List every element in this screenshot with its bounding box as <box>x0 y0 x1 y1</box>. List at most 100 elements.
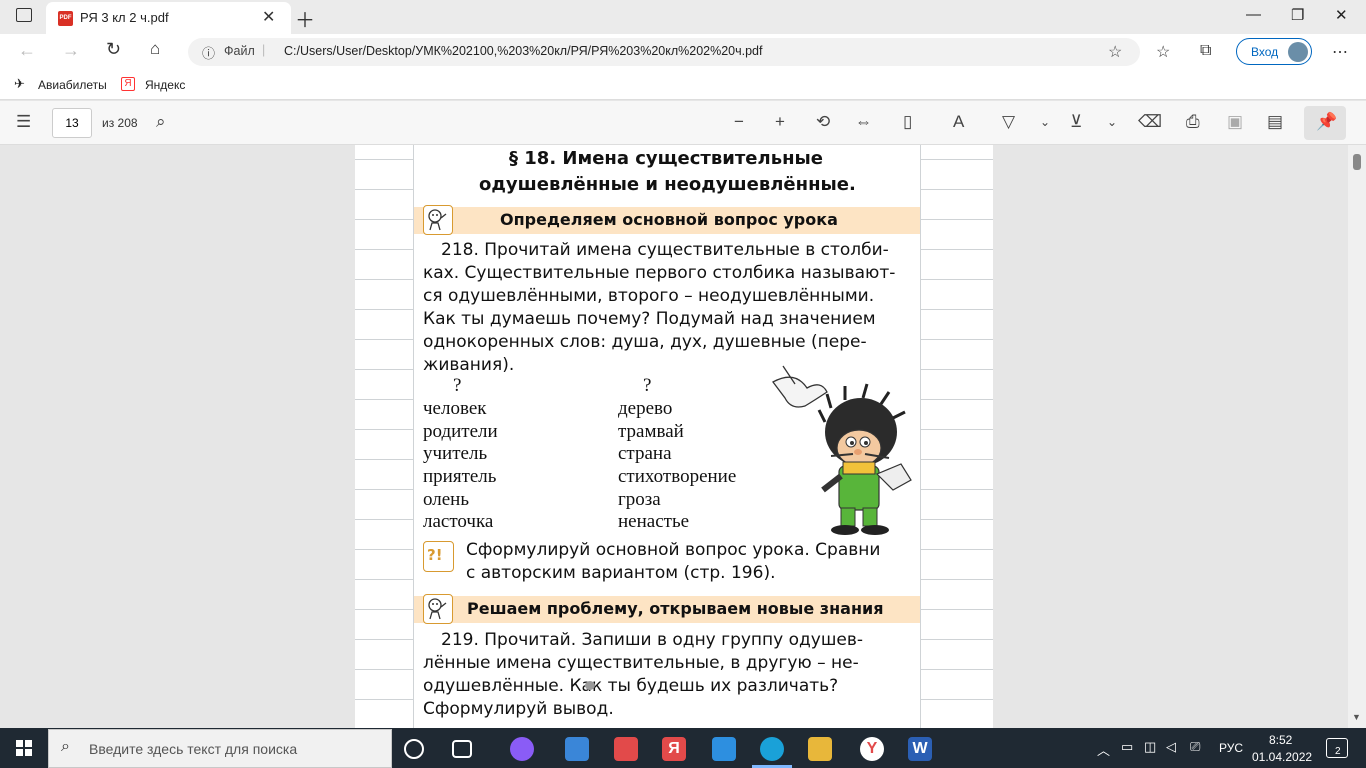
col1-word: ласточка <box>423 511 494 532</box>
hint-icon-text: ?! <box>427 546 443 564</box>
store-icon[interactable] <box>565 737 589 761</box>
alice-icon[interactable] <box>510 737 534 761</box>
print-icon[interactable]: ⎙ <box>1186 112 1200 132</box>
address-prefix: Файл <box>224 44 255 58</box>
zoom-out-icon[interactable]: − <box>734 112 744 132</box>
thinking-boy-icon <box>423 594 453 624</box>
clock-date[interactable]: 01.04.2022 <box>1252 750 1312 764</box>
input-icon[interactable]: ⎚ <box>1190 739 1200 755</box>
new-tab-icon[interactable]: ＋ <box>295 4 315 33</box>
tray-overflow-icon[interactable]: ︿ <box>1097 740 1110 759</box>
refresh-icon[interactable]: ↻ <box>106 39 121 60</box>
address-separator: | <box>262 43 266 57</box>
cortana-icon[interactable] <box>404 739 424 759</box>
yandex-app-icon[interactable]: Я <box>662 737 686 761</box>
address-bar[interactable]: ⓘ Файл | C:/Users/User/Desktop/УМК%20210… <box>188 38 1140 66</box>
col1-word: приятель <box>423 466 497 487</box>
favorites-icon[interactable]: ☆ <box>1156 42 1170 62</box>
notifications-count: 2 <box>1335 746 1341 757</box>
col2-word: гроза <box>618 489 661 510</box>
rotate-icon[interactable]: ⟲ <box>816 112 830 132</box>
draw-icon[interactable]: ▽ <box>1002 112 1015 132</box>
more-menu-icon[interactable]: ⋯ <box>1332 42 1348 62</box>
signin-button[interactable]: Вход <box>1236 38 1312 65</box>
collections-icon[interactable]: ⧉ <box>1200 42 1211 60</box>
read-aloud-icon[interactable]: A <box>953 112 964 132</box>
band1-title: Определяем основной вопрос урока <box>500 210 838 229</box>
col1-word: олень <box>423 489 469 510</box>
back-icon[interactable]: ← <box>18 40 36 61</box>
col2-word: ненастье <box>618 511 690 532</box>
tab-active[interactable]: PDF РЯ 3 кл 2 ч.pdf ✕ <box>46 2 291 34</box>
forward-icon[interactable]: → <box>62 40 80 61</box>
bookmark-yandex[interactable]: Яндекс <box>145 78 185 92</box>
save-as-icon[interactable]: ▤ <box>1267 112 1283 132</box>
avatar <box>1288 42 1308 62</box>
ex218-line-5: однокоренных слов: душа, дух, душевные (… <box>423 332 867 352</box>
col2-word: трамвай <box>618 421 684 442</box>
save-icon[interactable]: ▣ <box>1227 112 1243 132</box>
taskbar-search-input[interactable]: ⌕ Введите здесь текст для поиска <box>48 729 392 768</box>
col1-word: родители <box>423 421 498 442</box>
section-title-line1: § 18. Имена существительные <box>509 148 823 169</box>
tab-actions-icon[interactable] <box>16 8 32 22</box>
maximize-icon[interactable]: ❐ <box>1291 6 1304 24</box>
pdf-file-icon: PDF <box>58 11 73 26</box>
thinking-boy-icon <box>423 205 453 235</box>
ex218-line-6: живания). <box>423 355 515 375</box>
clock-time[interactable]: 8:52 <box>1269 733 1292 747</box>
hint-icon: ?! <box>423 541 454 572</box>
volume-icon[interactable]: ◁ <box>1166 739 1176 755</box>
section-title-line2: одушевлённые и неодушевлённые. <box>479 174 856 195</box>
word-icon[interactable]: W <box>908 737 932 761</box>
col1-word: человек <box>423 398 487 419</box>
language-indicator[interactable]: РУС <box>1219 741 1243 755</box>
scrollbar-thumb[interactable] <box>1353 154 1361 170</box>
scroll-down-icon[interactable]: ▼ <box>1352 712 1361 722</box>
draw-options-icon[interactable]: ⌄ <box>1040 112 1050 132</box>
contents-icon[interactable]: ☰ <box>16 112 31 132</box>
highlight-icon[interactable]: ⊻ <box>1070 112 1082 132</box>
vertical-scrollbar[interactable] <box>1348 145 1366 728</box>
pin-toolbar-button[interactable]: 📌 <box>1304 106 1346 140</box>
info-icon[interactable]: ⓘ <box>202 43 215 62</box>
search-placeholder: Введите здесь текст для поиска <box>89 741 298 757</box>
edge-icon[interactable] <box>760 737 784 761</box>
tab-title: РЯ 3 кл 2 ч.pdf <box>80 10 169 25</box>
fit-page-icon[interactable]: ⇔ <box>855 112 872 132</box>
zoom-in-icon[interactable]: + <box>775 112 785 132</box>
page-view-icon[interactable]: ▯ <box>903 112 912 132</box>
url-text[interactable]: C:/Users/User/Desktop/УМК%202100,%203%20… <box>284 44 762 58</box>
network-icon[interactable]: ◫ <box>1144 739 1156 755</box>
bookmark-aviatickets[interactable]: Авиабилеты <box>38 78 107 92</box>
col1-word: учитель <box>423 443 488 464</box>
battery-icon[interactable]: ▭ <box>1121 739 1133 755</box>
signin-label: Вход <box>1251 45 1279 59</box>
tab-strip: PDF РЯ 3 кл 2 ч.pdf ✕ ＋ — ❐ ✕ <box>0 0 1366 34</box>
hint-line-2: с авторским вариантом (стр. 196). <box>466 563 776 583</box>
yandex-icon: Я <box>121 77 135 91</box>
task-view-icon[interactable] <box>452 740 472 758</box>
mail-icon[interactable] <box>712 737 736 761</box>
close-window-icon[interactable]: ✕ <box>1335 6 1348 24</box>
page-total: из 208 <box>102 116 138 130</box>
find-icon[interactable]: ⌕ <box>156 112 166 132</box>
windows-start-icon[interactable] <box>16 740 32 756</box>
minimize-icon[interactable]: — <box>1246 6 1261 23</box>
close-tab-icon[interactable]: ✕ <box>262 7 275 27</box>
notifications-icon[interactable]: 2 <box>1326 738 1348 758</box>
yandex-browser-icon[interactable]: Y <box>860 737 884 761</box>
ex218-line-3: ся одушевлёнными, второго – неодушевлённ… <box>423 286 875 306</box>
file-explorer-icon[interactable] <box>808 737 832 761</box>
ex218-line-2: ках. Существительные первого столбика на… <box>423 263 896 283</box>
gift-icon[interactable] <box>614 737 638 761</box>
band2-title: Решаем проблему, открываем новые знания <box>467 599 884 618</box>
bookmarks-bar: ✈ Авиабилеты Я Яндекс <box>0 70 1366 100</box>
col2-question: ? <box>643 375 652 396</box>
add-favorite-icon[interactable]: ☆ <box>1108 42 1122 62</box>
search-icon: ⌕ <box>61 738 70 755</box>
page-number-input[interactable]: 13 <box>52 108 92 138</box>
erase-icon[interactable]: ⌫ <box>1138 112 1162 132</box>
home-icon[interactable]: ⌂ <box>150 39 160 59</box>
highlight-options-icon[interactable]: ⌄ <box>1107 112 1117 132</box>
